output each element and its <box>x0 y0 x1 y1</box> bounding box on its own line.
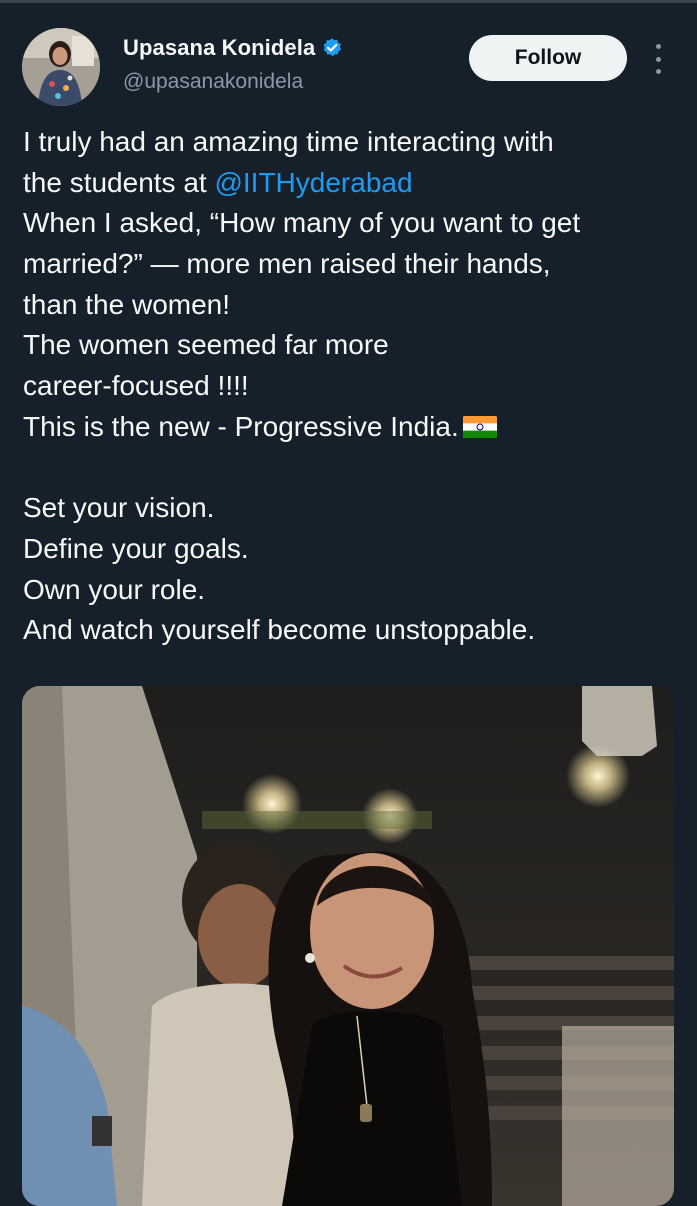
tweet-line: This is the new - Progressive India. <box>23 407 683 448</box>
mention-link[interactable]: @IITHyderabad <box>214 167 412 198</box>
more-options-icon[interactable] <box>648 44 668 74</box>
verified-badge-icon <box>323 38 342 57</box>
paragraph-break <box>23 448 683 489</box>
india-flag-icon <box>462 415 497 438</box>
tweet-line: Own your role. <box>23 573 206 605</box>
tweet-line: Define your goals. <box>23 532 249 564</box>
tweet-line: The women seemed far more <box>23 329 389 361</box>
follow-button[interactable]: Follow <box>469 35 627 81</box>
tweet-text: I truly had an amazing time interacting … <box>23 122 683 651</box>
tweet-line: than the women! <box>23 288 231 320</box>
author-handle[interactable]: @upasanakonidela <box>123 70 303 94</box>
tweet-line-text: the students at <box>23 166 215 198</box>
tweet-media-image[interactable] <box>22 686 674 1206</box>
tweet-line: the students at @IITHyderabad <box>23 163 683 204</box>
media-photo <box>22 686 674 1206</box>
tweet-line: Set your vision. <box>23 492 215 524</box>
avatar-photo <box>22 28 100 106</box>
avatar[interactable] <box>22 28 100 106</box>
author-display-name[interactable]: Upasana Konidela <box>123 35 315 61</box>
author-name-row[interactable]: Upasana Konidela <box>123 35 343 61</box>
top-divider <box>0 0 697 3</box>
tweet-line-text: This is the new - Progressive India. <box>23 410 459 442</box>
tweet-line: I truly had an amazing time interacting … <box>23 126 554 157</box>
tweet-line: When I asked, “How many of you want to g… <box>23 207 581 239</box>
tweet-line: married?” — more men raised their hands, <box>23 248 551 280</box>
tweet-line: And watch yourself become unstoppable. <box>23 614 536 646</box>
tweet-line: career-focused !!!! <box>23 370 249 402</box>
